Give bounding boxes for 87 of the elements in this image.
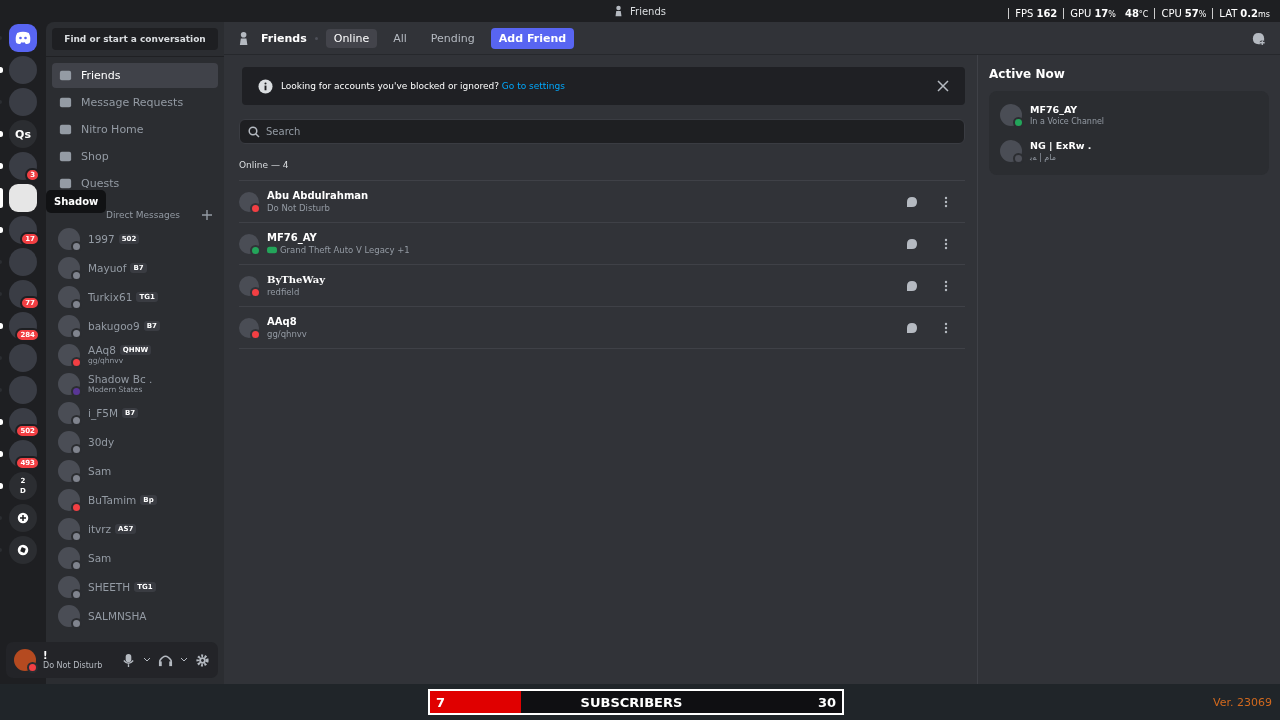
friend-activity: redfield	[267, 287, 300, 297]
conversation-search-button[interactable]: Find or start a conversation	[52, 28, 218, 50]
user-status: Do Not Disturb	[43, 661, 104, 670]
nav-icon	[58, 122, 73, 137]
dm-item[interactable]: 30dy	[52, 427, 218, 456]
dm-item[interactable]: Sam	[52, 543, 218, 572]
dm-name: AAq8	[88, 344, 116, 356]
settings-link[interactable]: Go to settings	[501, 81, 565, 91]
caret-icon[interactable]	[180, 656, 188, 664]
search-field[interactable]: Search	[239, 119, 965, 144]
chat-bubble-icon	[906, 279, 918, 292]
nav-item[interactable]: Shop	[52, 144, 218, 169]
username: !	[43, 650, 49, 661]
section-heading: Online — 4	[239, 144, 965, 181]
version-text: Ver. 23069	[1213, 695, 1272, 709]
tab[interactable]: Online	[325, 28, 378, 48]
info-icon	[258, 78, 273, 94]
nav-item[interactable]: Message Requests	[52, 90, 218, 115]
dm-name: BuTamim	[88, 493, 137, 506]
dm-item[interactable]: SALMNSHA	[52, 601, 218, 630]
server-icon[interactable]	[9, 152, 37, 180]
window-title: Friends	[630, 5, 666, 17]
add-icon[interactable]	[202, 210, 212, 220]
nav-item[interactable]: Nitro Home	[52, 117, 218, 142]
dm-name: 30dy	[88, 435, 115, 448]
friend-row[interactable]: Abu Abdulrahman Do Not Disturb	[239, 181, 965, 223]
caret-icon[interactable]	[143, 656, 151, 664]
nav-icon	[58, 176, 73, 191]
add-friend-button[interactable]: Add Friend	[490, 27, 575, 49]
server-icon[interactable]	[9, 184, 37, 212]
friend-row[interactable]: MF76_AY Grand Theft Auto V Legacy +1	[239, 223, 965, 265]
microphone-icon[interactable]	[121, 652, 136, 668]
friend-name: ByTheWay	[267, 274, 325, 285]
friend-activity: Do Not Disturb	[267, 203, 330, 213]
section-heading: Direct Messages	[106, 210, 180, 220]
friend-name: MF76_AY	[267, 232, 318, 243]
dm-item[interactable]: Sam	[52, 456, 218, 485]
page-title: Friends	[261, 31, 307, 45]
subscriber-count: 7	[436, 694, 446, 710]
server-icon[interactable]	[9, 504, 37, 532]
server-icon[interactable]: Qs	[9, 120, 37, 148]
overlay-stat: CPU 57%	[1161, 8, 1207, 19]
overlay-stat: GPU 17%	[1070, 8, 1116, 19]
server-icon[interactable]	[9, 536, 37, 564]
settings-icon[interactable]	[195, 652, 210, 668]
server-icon[interactable]	[9, 24, 37, 52]
friend-activity: Grand Theft Auto V Legacy +1	[280, 245, 410, 255]
nav-item[interactable]: Friends	[52, 63, 218, 88]
dm-name: Mayuof	[88, 261, 127, 274]
section-heading: Active Now	[989, 67, 1066, 81]
friend-name: AAq8	[267, 316, 298, 327]
nav-icon	[58, 68, 73, 83]
subscriber-goal: 30	[817, 694, 836, 710]
dm-name: Sam	[88, 464, 112, 477]
subscriber-label: SUBSCRIBERS	[580, 694, 683, 710]
close-icon[interactable]	[937, 80, 949, 92]
tab[interactable]: All	[385, 28, 415, 48]
nav-icon	[58, 95, 73, 110]
dm-name: SHEETH	[88, 580, 131, 593]
dm-name: SALMNSHA	[88, 609, 147, 622]
dm-name: itvrz	[88, 522, 112, 535]
notice-text: Looking for accounts you've blocked or ignored? Go to settings	[281, 81, 565, 91]
dm-name: bakugoo9	[88, 319, 140, 332]
activity-detail: مام | ﻪﺑ	[1030, 153, 1057, 162]
search-icon	[248, 125, 260, 138]
nav-icon	[58, 149, 73, 164]
overlay-stat: LAT 0.2ms	[1219, 8, 1270, 19]
new-group-dm-icon[interactable]	[1251, 30, 1266, 46]
chat-bubble-icon	[906, 195, 918, 208]
activity-name: NG | ExRw .	[1030, 140, 1092, 151]
friend-name: Abu Abdulrahman	[267, 190, 369, 201]
activity-name: MF76_AY	[1030, 104, 1079, 115]
dm-name: Turkix61	[88, 290, 133, 303]
friend-activity: gg/qhnvv	[267, 329, 307, 339]
friend-row[interactable]: ByTheWay redfield	[239, 265, 965, 307]
tab[interactable]: Pending	[422, 28, 483, 48]
dm-name: 1997	[88, 232, 115, 245]
dm-name: Sam	[88, 551, 112, 564]
overlay-stat: 48°C	[1123, 8, 1149, 19]
overlay-stat: FPS 162	[1015, 8, 1058, 19]
friend-row[interactable]: AAq8 gg/qhnvv	[239, 307, 965, 349]
chat-bubble-icon	[906, 237, 918, 250]
dm-name: i_F5M	[88, 406, 118, 419]
chat-bubble-icon	[906, 321, 918, 334]
server-tooltip: Shadow	[46, 190, 107, 213]
activity-detail: In a Voice Channel	[1030, 117, 1105, 126]
dm-name: Shadow Bc .	[88, 373, 153, 385]
